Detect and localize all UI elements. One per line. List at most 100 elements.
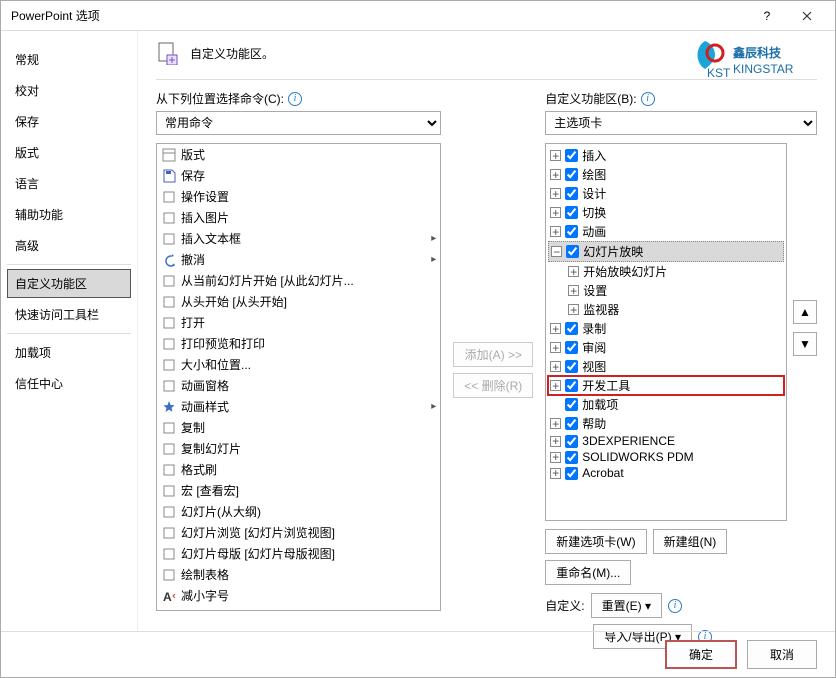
- expand-toggle[interactable]: +: [550, 342, 561, 353]
- command-item[interactable]: 大小和位置...: [157, 354, 440, 375]
- add-button[interactable]: 添加(A) >>: [453, 342, 533, 367]
- expand-toggle[interactable]: +: [568, 266, 579, 277]
- expand-toggle[interactable]: +: [568, 304, 579, 315]
- tree-checkbox[interactable]: [565, 379, 578, 392]
- new-tab-button[interactable]: 新建选项卡(W): [545, 529, 646, 554]
- command-item[interactable]: 宏 [查看宏]: [157, 480, 440, 501]
- command-item[interactable]: 幻灯片母版 [幻灯片母版视图]: [157, 543, 440, 564]
- ribbon-dropdown[interactable]: 主选项卡: [545, 111, 817, 135]
- command-item[interactable]: 动画窗格: [157, 375, 440, 396]
- command-item[interactable]: 幻灯片浏览 [幻灯片浏览视图]: [157, 522, 440, 543]
- command-item[interactable]: 格式刷: [157, 459, 440, 480]
- command-item[interactable]: 插入文本框▸: [157, 228, 440, 249]
- command-item[interactable]: A减小字号: [157, 585, 440, 606]
- tree-item[interactable]: +审阅: [548, 338, 784, 357]
- tree-item[interactable]: +设置: [548, 281, 784, 300]
- expand-toggle[interactable]: +: [550, 452, 561, 463]
- tree-item[interactable]: +视图: [548, 357, 784, 376]
- commands-listbox[interactable]: 版式保存操作设置插入图片插入文本框▸撤消▸从当前幻灯片开始 [从此幻灯片...从…: [156, 143, 441, 611]
- tree-checkbox[interactable]: [565, 467, 578, 480]
- tree-item[interactable]: 加载项: [548, 395, 784, 414]
- command-item[interactable]: 动画样式▸: [157, 396, 440, 417]
- sidebar-item[interactable]: 辅助功能: [7, 200, 131, 229]
- tree-item[interactable]: +设计: [548, 184, 784, 203]
- expand-toggle[interactable]: +: [550, 418, 561, 429]
- sidebar-item[interactable]: 信任中心: [7, 369, 131, 398]
- command-item[interactable]: 操作设置: [157, 186, 440, 207]
- commands-dropdown[interactable]: 常用命令: [156, 111, 441, 135]
- remove-button[interactable]: << 删除(R): [453, 373, 533, 398]
- command-item[interactable]: 复制: [157, 417, 440, 438]
- tree-item[interactable]: +切换: [548, 203, 784, 222]
- expand-toggle[interactable]: +: [550, 188, 561, 199]
- tree-checkbox[interactable]: [565, 187, 578, 200]
- command-item[interactable]: 从当前幻灯片开始 [从此幻灯片...: [157, 270, 440, 291]
- tree-checkbox[interactable]: [565, 398, 578, 411]
- tree-item[interactable]: +录制: [548, 319, 784, 338]
- ribbon-tree[interactable]: +插入+绘图+设计+切换+动画−幻灯片放映+开始放映幻灯片+设置+监视器+录制+…: [545, 143, 787, 521]
- help-button[interactable]: ?: [747, 1, 787, 31]
- expand-toggle[interactable]: +: [550, 226, 561, 237]
- tree-item[interactable]: −幻灯片放映: [548, 241, 784, 262]
- ok-button[interactable]: 确定: [665, 640, 737, 669]
- tree-checkbox[interactable]: [565, 435, 578, 448]
- tree-item[interactable]: +开始放映幻灯片: [548, 262, 784, 281]
- info-icon[interactable]: i: [288, 92, 302, 106]
- sidebar-item[interactable]: 语言: [7, 169, 131, 198]
- expand-toggle[interactable]: +: [550, 169, 561, 180]
- tree-item[interactable]: +监视器: [548, 300, 784, 319]
- expand-toggle[interactable]: +: [550, 380, 561, 391]
- command-item[interactable]: 打开: [157, 312, 440, 333]
- new-group-button[interactable]: 新建组(N): [653, 529, 728, 554]
- command-item[interactable]: 撤消▸: [157, 249, 440, 270]
- expand-toggle[interactable]: +: [550, 436, 561, 447]
- expand-toggle[interactable]: +: [550, 207, 561, 218]
- tree-item[interactable]: +SOLIDWORKS PDM: [548, 449, 784, 465]
- sidebar-item[interactable]: 版式: [7, 138, 131, 167]
- expand-toggle[interactable]: +: [550, 323, 561, 334]
- command-item[interactable]: 幻灯片(从大纲): [157, 501, 440, 522]
- tree-checkbox[interactable]: [565, 322, 578, 335]
- expand-toggle[interactable]: −: [551, 246, 562, 257]
- info-icon[interactable]: i: [668, 599, 682, 613]
- sidebar-item[interactable]: 保存: [7, 107, 131, 136]
- expand-toggle[interactable]: +: [568, 285, 579, 296]
- tree-item[interactable]: +3DEXPERIENCE: [548, 433, 784, 449]
- tree-item[interactable]: +动画: [548, 222, 784, 241]
- command-item[interactable]: 绘制表格: [157, 564, 440, 585]
- tree-item[interactable]: +帮助: [548, 414, 784, 433]
- command-item[interactable]: 打印预览和打印: [157, 333, 440, 354]
- expand-toggle[interactable]: +: [550, 361, 561, 372]
- sidebar-item[interactable]: 自定义功能区: [7, 269, 131, 298]
- move-up-button[interactable]: ▲: [793, 300, 817, 324]
- sidebar-item[interactable]: 高级: [7, 231, 131, 260]
- sidebar-item[interactable]: 快速访问工具栏: [7, 300, 131, 329]
- cancel-button[interactable]: 取消: [747, 640, 817, 669]
- command-item[interactable]: 剪切: [157, 606, 440, 611]
- tree-item[interactable]: +开发工具: [548, 376, 784, 395]
- move-down-button[interactable]: ▼: [793, 332, 817, 356]
- expand-toggle[interactable]: +: [550, 468, 561, 479]
- command-item[interactable]: 版式: [157, 144, 440, 165]
- sidebar-item[interactable]: 加载项: [7, 338, 131, 367]
- tree-checkbox[interactable]: [566, 245, 579, 258]
- tree-checkbox[interactable]: [565, 225, 578, 238]
- command-item[interactable]: 保存: [157, 165, 440, 186]
- sidebar-item[interactable]: 校对: [7, 76, 131, 105]
- tree-checkbox[interactable]: [565, 417, 578, 430]
- tree-checkbox[interactable]: [565, 149, 578, 162]
- tree-checkbox[interactable]: [565, 341, 578, 354]
- tree-checkbox[interactable]: [565, 206, 578, 219]
- tree-item[interactable]: +插入: [548, 146, 784, 165]
- close-button[interactable]: [787, 1, 827, 31]
- sidebar-item[interactable]: 常规: [7, 45, 131, 74]
- command-item[interactable]: 复制幻灯片: [157, 438, 440, 459]
- info-icon[interactable]: i: [641, 92, 655, 106]
- tree-item[interactable]: +Acrobat: [548, 465, 784, 481]
- tree-item[interactable]: +绘图: [548, 165, 784, 184]
- command-item[interactable]: 从头开始 [从头开始]: [157, 291, 440, 312]
- reset-dropdown-button[interactable]: 重置(E) ▾: [591, 593, 662, 618]
- tree-checkbox[interactable]: [565, 168, 578, 181]
- rename-button[interactable]: 重命名(M)...: [545, 560, 631, 585]
- tree-checkbox[interactable]: [565, 451, 578, 464]
